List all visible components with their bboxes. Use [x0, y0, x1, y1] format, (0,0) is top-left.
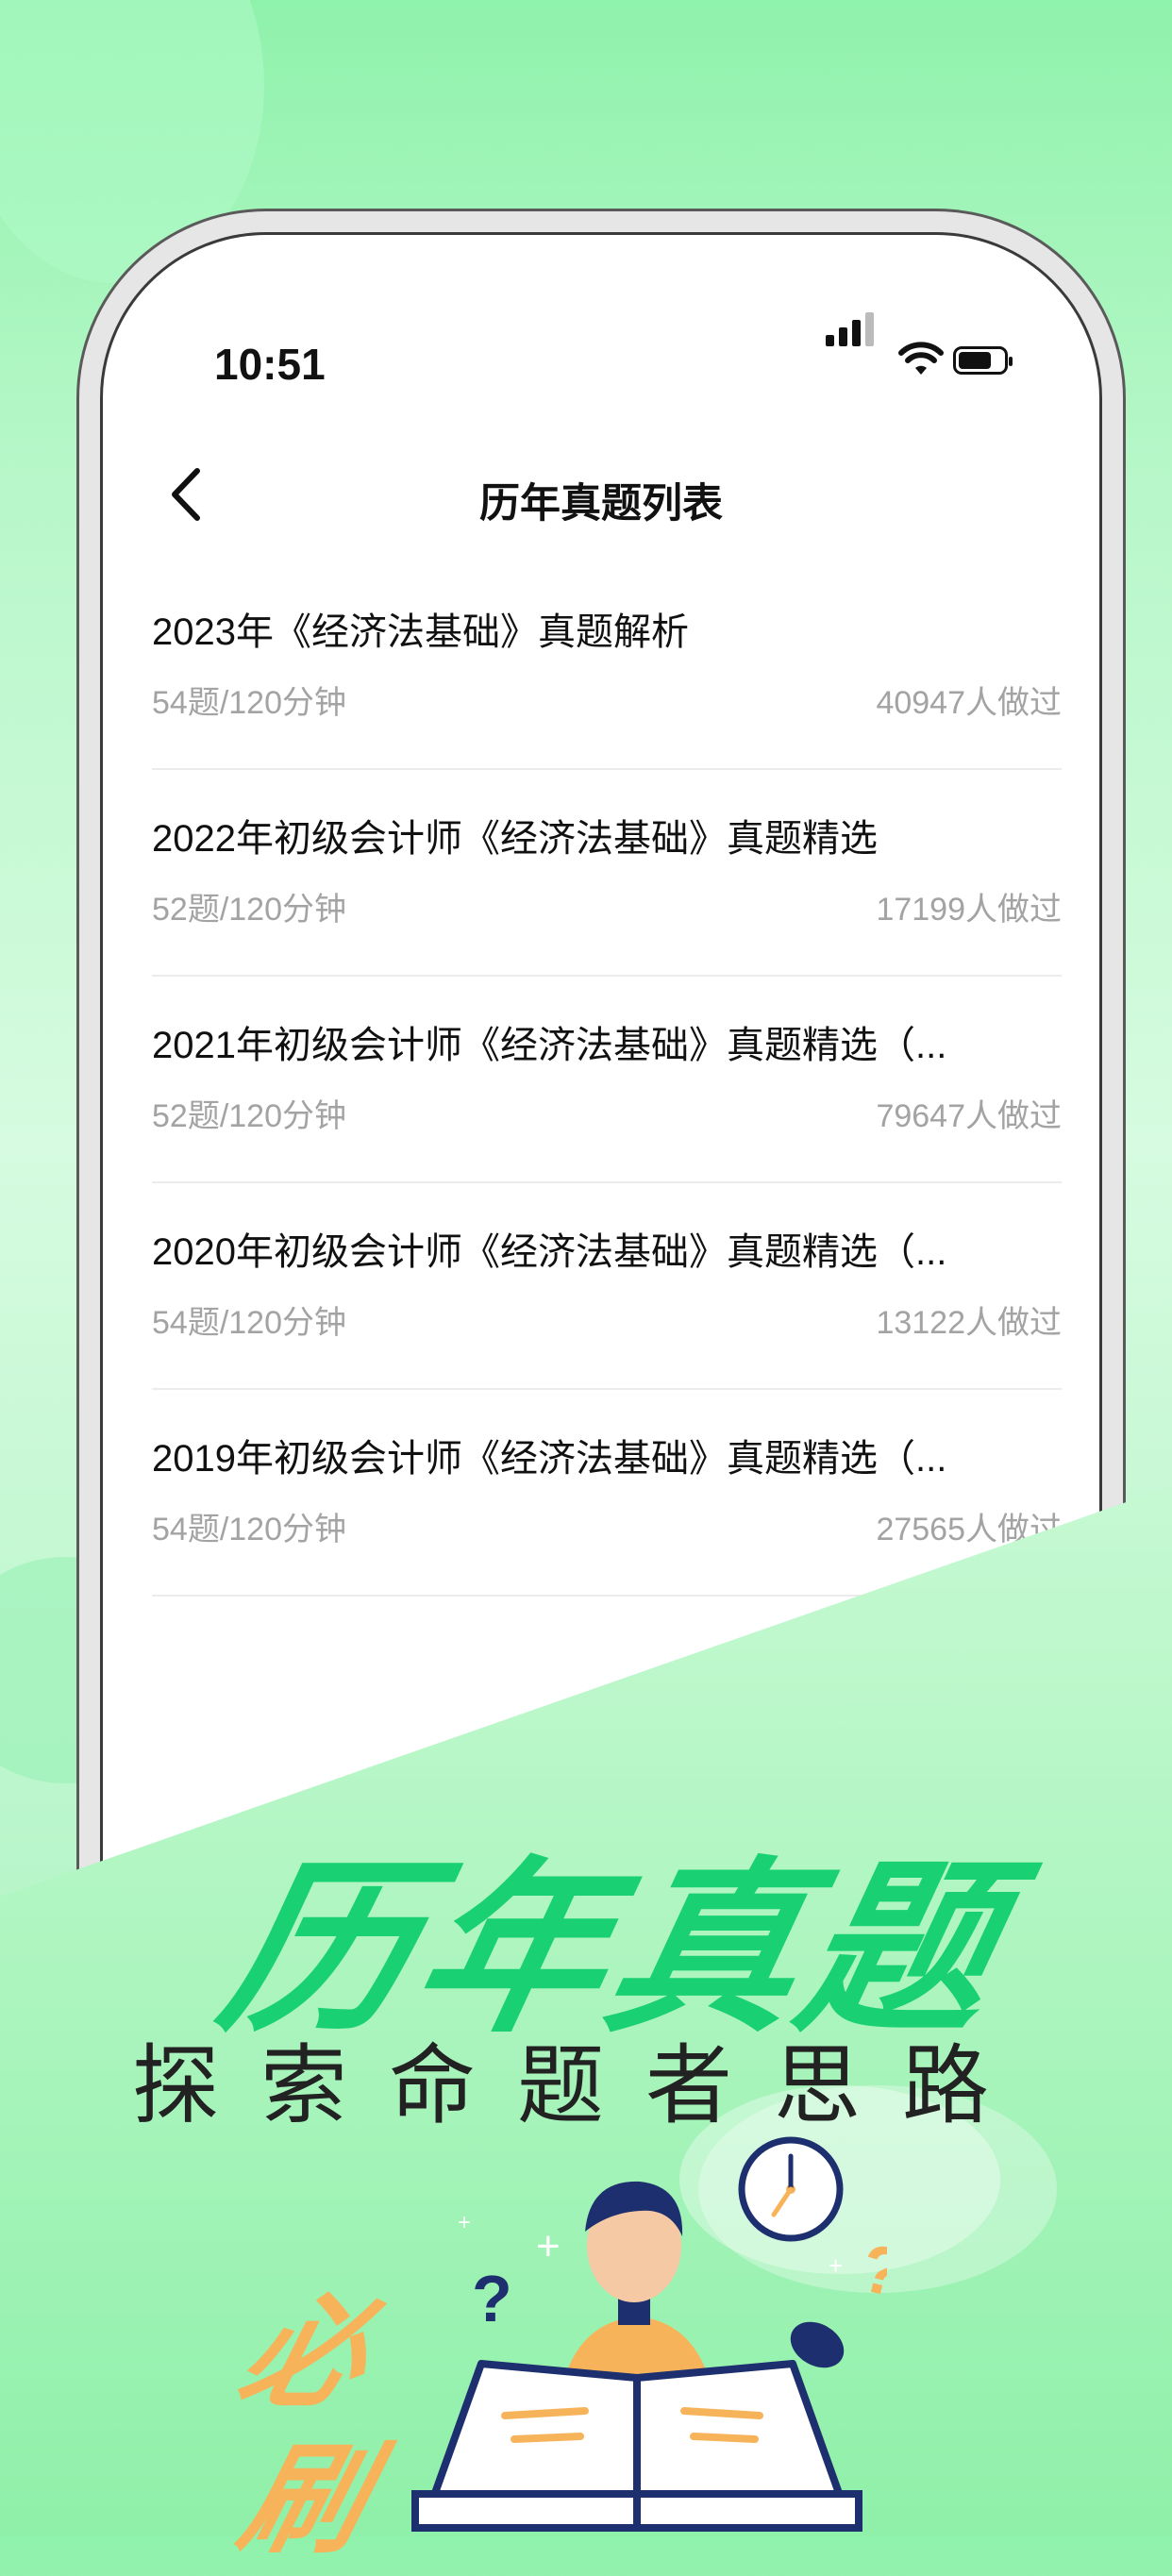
svg-text:+: +	[458, 2210, 471, 2235]
book-icon	[411, 2360, 862, 2532]
study-illustration: ? ? + + +	[411, 2136, 887, 2532]
promo-subtitle: 探索命题者思路	[132, 2038, 1031, 2134]
svg-text:+: +	[829, 2251, 843, 2280]
svg-text:+: +	[536, 2223, 561, 2269]
clock-icon	[738, 2136, 844, 2242]
svg-text:?: ?	[472, 2262, 512, 2335]
svg-text:?: ?	[853, 2230, 887, 2313]
